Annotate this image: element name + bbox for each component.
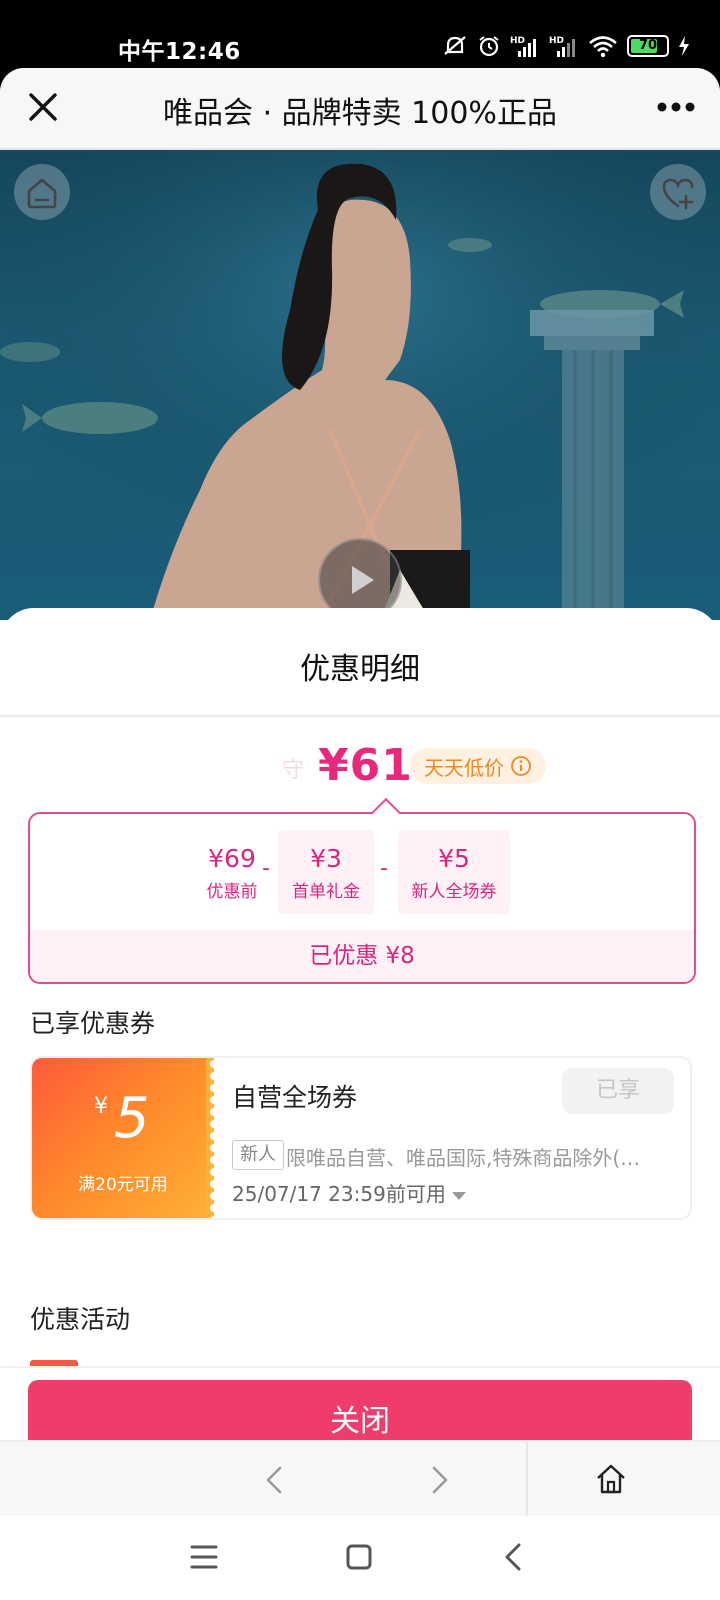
system-nav-bar (0, 1516, 720, 1600)
newcomer-coupon-label: 新人全场券 (411, 882, 497, 902)
browser-nav (0, 1440, 720, 1518)
first-order-gift-item: ¥3 首单礼金 (278, 830, 374, 914)
titlebar: 唯品会 · 品牌特卖 100%正品 (0, 68, 720, 150)
total-saved: 已优惠 ¥8 (30, 930, 694, 982)
first-order-gift-label: 首单礼金 (292, 882, 360, 902)
activity-section-title: 优惠活动 (30, 1305, 131, 1334)
wifi-icon (589, 36, 617, 58)
heart-plus-icon (662, 178, 694, 210)
coupon-description: 限唯品自营、唯品国际,特殊商品除外(… (286, 1146, 641, 1170)
charging-icon (679, 36, 689, 56)
mute-icon (444, 36, 466, 55)
minus-operator: - (380, 856, 388, 881)
coupon-name: 自营全场券 (232, 1083, 358, 1112)
original-price-item: ¥69 优惠前 (196, 830, 268, 914)
product-hero-image[interactable] (0, 150, 720, 620)
coupon-value-panel: ¥ 5 满20元可用 (32, 1058, 214, 1218)
close-icon[interactable] (26, 90, 60, 124)
sheet-title: 优惠明细 (300, 652, 420, 687)
home-outline-icon[interactable] (594, 1462, 628, 1496)
menu-icon[interactable] (190, 1544, 218, 1570)
hero-favorite-button[interactable] (650, 164, 706, 220)
home-icon (27, 178, 57, 209)
hd-signal-icon: HD (510, 36, 536, 57)
battery-level: 70 (638, 38, 658, 53)
page-title: 唯品会 · 品牌特卖 100%正品 (163, 96, 557, 131)
original-price-label: 优惠前 (206, 882, 258, 902)
discount-details-sheet: 优惠明细 守 ¥61 天天低价 ¥69 优惠前 - ¥3 首单礼金 - ¥5 新… (0, 608, 720, 1516)
coupon-expiry[interactable]: 25/07/17 23:59前可用 (232, 1178, 466, 1207)
coupon-expiry-text: 25/07/17 23:59前可用 (232, 1182, 446, 1206)
minus-operator: - (262, 856, 270, 881)
final-price: ¥61 (318, 740, 413, 791)
chevron-right-icon[interactable] (428, 1464, 452, 1496)
battery-icon: 70 (627, 35, 669, 57)
divider (0, 715, 720, 717)
hd-signal-icon: HD (549, 36, 575, 57)
original-price-value: ¥69 (208, 844, 256, 873)
chevron-left-icon[interactable] (262, 1464, 286, 1496)
coupons-section-title: 已享优惠券 (30, 1009, 156, 1038)
status-time: 中午12:46 (118, 39, 241, 65)
breakdown-notch (371, 797, 401, 827)
square-icon[interactable] (345, 1543, 373, 1571)
newcomer-coupon-value: ¥5 (438, 844, 470, 873)
chevron-down-icon (451, 1191, 466, 1200)
price-row: 守 ¥61 天天低价 (0, 738, 720, 798)
alarm-icon (479, 36, 499, 57)
nav-divider (526, 1442, 528, 1518)
info-icon[interactable] (510, 755, 532, 777)
coupon-condition: 满20元可用 (78, 1175, 168, 1195)
coupon-amount: 5 (114, 1086, 150, 1151)
price-ghost-text: 守 (282, 758, 305, 783)
coupon-used-button[interactable]: 已享 (562, 1068, 674, 1114)
hero-home-button[interactable] (14, 164, 70, 220)
back-icon[interactable] (503, 1542, 523, 1572)
coupon-serration (206, 1058, 218, 1218)
status-bar: 中午12:46 HD HD 70 (0, 0, 720, 68)
svg-text:HD: HD (510, 36, 525, 46)
daily-low-price-label: 天天低价 (424, 755, 504, 780)
status-icons: HD HD 70 (442, 34, 690, 58)
coupon-currency: ¥ (94, 1094, 108, 1119)
newcomer-coupon-item: ¥5 新人全场券 (398, 830, 510, 914)
first-order-gift-value: ¥3 (310, 844, 342, 873)
svg-text:HD: HD (549, 36, 564, 46)
more-dots-icon[interactable] (656, 96, 696, 118)
price-breakdown-box: ¥69 优惠前 - ¥3 首单礼金 - ¥5 新人全场券 已优惠 ¥8 (28, 797, 696, 984)
newcomer-tag: 新人 (232, 1140, 284, 1170)
coupon-card[interactable]: ¥ 5 满20元可用 自营全场券 已享 新人 限唯品自营、唯品国际,特殊商品除外… (30, 1056, 692, 1220)
app-window: 唯品会 · 品牌特卖 100%正品 优惠明细 守 ¥61 天天低价 ¥69 优惠… (0, 68, 720, 1516)
daily-low-price-tag[interactable]: 天天低价 (410, 748, 546, 784)
